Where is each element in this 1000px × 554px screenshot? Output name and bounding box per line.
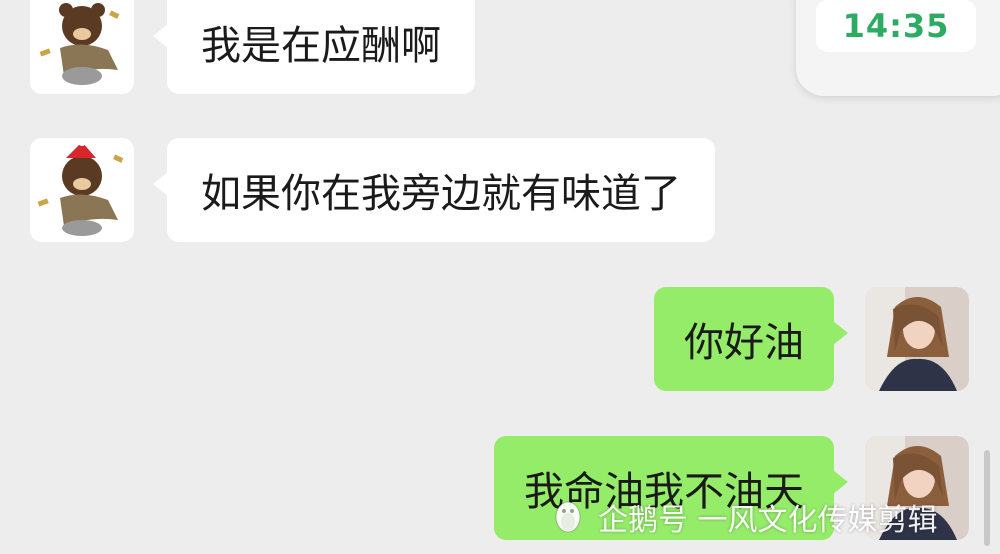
watermark-text: 企鹅号 一风文化传媒剪辑: [598, 503, 938, 538]
bear-avatar-icon: [30, 138, 134, 242]
message-text: 你好油: [684, 320, 804, 366]
bear-avatar-icon: [30, 0, 134, 94]
watermark: 企鹅号 一风文化传媒剪辑: [548, 495, 938, 539]
time-label: 14:35: [816, 0, 976, 52]
girl-avatar-icon: [865, 287, 969, 391]
message-text: 如果你在我旁边就有味道了: [201, 171, 681, 217]
bubble-tail: [833, 321, 848, 345]
bear-avatar[interactable]: [30, 138, 134, 242]
message-bubble-incoming[interactable]: 我是在应酬啊: [153, 0, 475, 94]
bear-avatar[interactable]: [30, 0, 134, 94]
scrollbar[interactable]: [984, 450, 990, 546]
bubble-tail: [153, 172, 168, 196]
bubble-tail: [833, 470, 848, 494]
penguin-logo-icon: [555, 501, 581, 533]
time-card: 14:35: [796, 0, 1000, 96]
message-bubble-outgoing[interactable]: 你好油: [654, 287, 848, 391]
message-text: 我是在应酬啊: [201, 23, 441, 69]
message-bubble-incoming[interactable]: 如果你在我旁边就有味道了: [153, 138, 715, 242]
girl-avatar[interactable]: [865, 287, 969, 391]
bubble-tail: [153, 24, 168, 48]
